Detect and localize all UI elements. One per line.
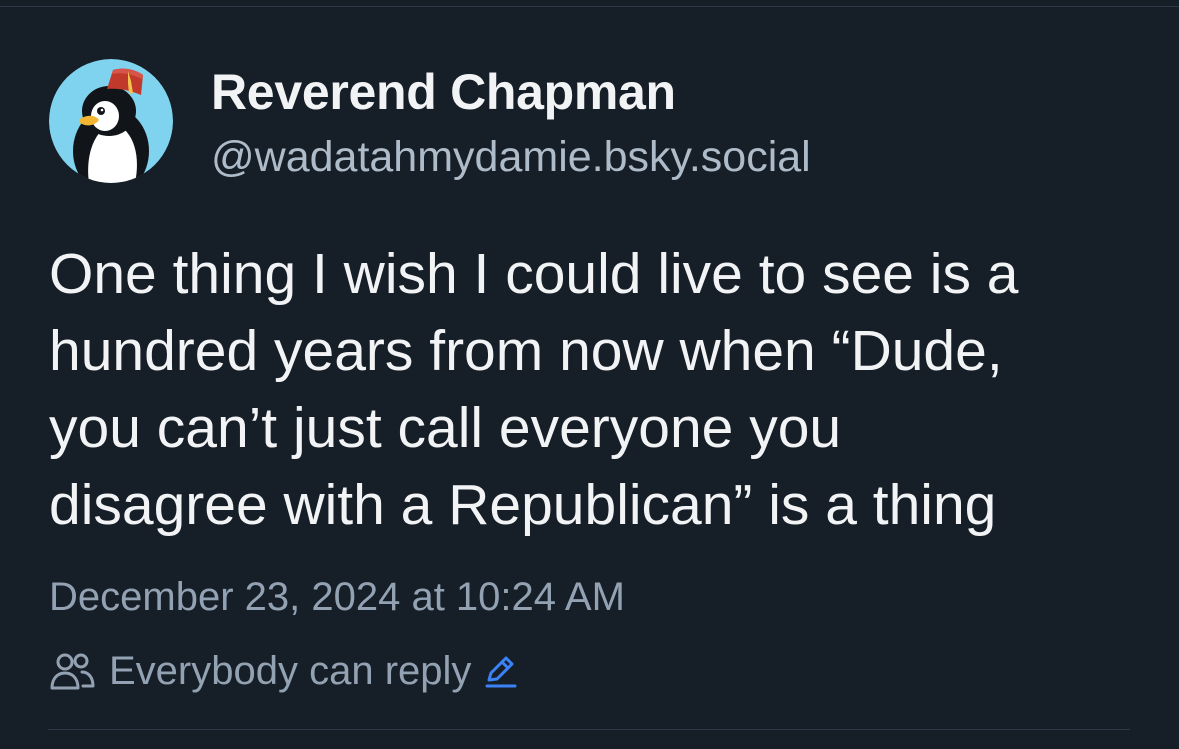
people-icon bbox=[50, 653, 95, 690]
post-timestamp: December 23, 2024 at 10:24 AM bbox=[49, 575, 625, 619]
author-handle[interactable]: @wadatahmydamie.bsky.social bbox=[211, 130, 811, 184]
pencil-edit-icon[interactable] bbox=[483, 653, 519, 689]
post-text: One thing I wish I could live to see is … bbox=[49, 242, 1019, 537]
bottom-divider bbox=[48, 729, 1130, 730]
post-thread-screen: Reverend Chapman @wadatahmydamie.bsky.so… bbox=[0, 0, 1179, 749]
author-display-name[interactable]: Reverend Chapman bbox=[211, 62, 676, 122]
reply-setting-label: Everybody can reply bbox=[109, 649, 472, 693]
avatar[interactable] bbox=[49, 59, 173, 183]
reply-setting[interactable]: Everybody can reply bbox=[49, 645, 519, 697]
top-divider bbox=[0, 6, 1179, 7]
penguin-fez-avatar-icon bbox=[49, 59, 173, 183]
